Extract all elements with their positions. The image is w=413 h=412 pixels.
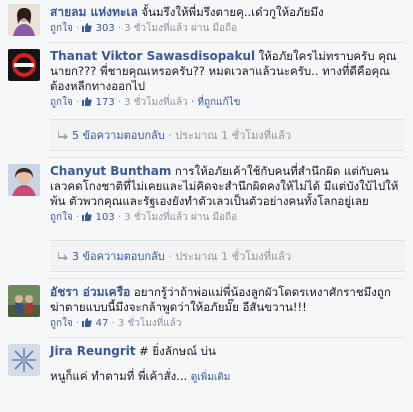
thumbs-up-icon xyxy=(82,212,93,221)
commenter-name[interactable]: Thanat Viktor Sawasdisopakul xyxy=(50,49,255,63)
comment: อัชรา อ่วมเครือ อยากรู้ว่าถ้าพ่อแม่พี่น้… xyxy=(0,279,413,337)
like-link[interactable]: ถูกใจ xyxy=(50,212,73,223)
avatar[interactable] xyxy=(8,285,40,317)
comments-list: สายลม แห่งทะเล จั้นมรึงให้พี่มรึงตายคุ..… xyxy=(0,0,413,412)
replies-link[interactable]: 3 ข้อความตอบกลับ xyxy=(72,250,165,263)
like-count[interactable]: 103 xyxy=(82,212,117,223)
comment: Jira Reungrit # ยิ่งลักษณ์ บ่น หนูก็แค่ … xyxy=(0,338,413,398)
comment: Chanyut Buntham การให้อภัยเค้าใช้กับคนที… xyxy=(0,158,413,248)
commenter-name[interactable]: อัชรา อ่วมเครือ xyxy=(50,285,130,299)
thumbs-up-icon xyxy=(82,23,93,32)
comment-meta: ถูกใจ · 47 · 3 ชั่วโมงที่แล้ว xyxy=(50,318,182,329)
reply-arrow-icon xyxy=(58,252,68,260)
edited-link[interactable]: · ที่ถูกแก้ไข xyxy=(188,97,240,108)
avatar[interactable] xyxy=(8,344,40,376)
like-count[interactable]: 303 xyxy=(82,23,117,34)
comment-text: หนูก็แค่ ทำตามที่ พี่เค้าสั่ง... xyxy=(50,369,188,383)
comment-meta: ถูกใจ · 303 · 3 ชั่วโมงที่แล้ว ผ่าน มือถ… xyxy=(50,23,238,34)
like-count[interactable]: 47 xyxy=(82,318,111,329)
comment: สายลม แห่งทะเล จั้นมรึงให้พี่มรึงตายคุ..… xyxy=(0,0,413,42)
avatar[interactable] xyxy=(8,164,40,196)
like-link[interactable]: ถูกใจ xyxy=(50,97,73,108)
comment-text: จั้นมรึงให้พี่มรึงตายคุ..เด๋วกูให้อภัยมึ… xyxy=(141,5,324,19)
like-link[interactable]: ถูกใจ xyxy=(50,318,73,329)
thumbs-up-icon xyxy=(82,97,93,106)
commenter-name[interactable]: Jira Reungrit xyxy=(50,344,136,358)
commenter-name[interactable]: สายลม แห่งทะเล xyxy=(50,5,138,19)
comment-hashtag-text: # ยิ่งลักษณ์ บ่น xyxy=(139,344,216,358)
comment: Thanat Viktor Sawasdisopakul ให้อภัยใครไ… xyxy=(0,43,413,119)
thumbs-up-icon xyxy=(82,318,93,327)
avatar[interactable] xyxy=(8,49,40,81)
reply-arrow-icon xyxy=(58,131,68,139)
like-count[interactable]: 173 xyxy=(82,97,117,108)
replies-link[interactable]: 5 ข้อความตอบกลับ xyxy=(72,129,165,142)
replies-bar[interactable]: 5 ข้อความตอบกลับ · ประมาณ 1 ชั่วโมงที่แล… xyxy=(50,119,405,151)
see-more-link[interactable]: ดูเพิ่มเติม xyxy=(191,372,231,383)
avatar[interactable] xyxy=(8,4,40,36)
comment-meta: ถูกใจ · 103 · 3 ชั่วโมงที่แล้ว ผ่าน มือถ… xyxy=(50,212,238,223)
like-link[interactable]: ถูกใจ xyxy=(50,23,73,34)
commenter-name[interactable]: Chanyut Buntham xyxy=(50,164,171,178)
comment-meta: ถูกใจ · 173 · 3 ชั่วโมงที่แล้ว · ที่ถูกแ… xyxy=(50,97,241,108)
